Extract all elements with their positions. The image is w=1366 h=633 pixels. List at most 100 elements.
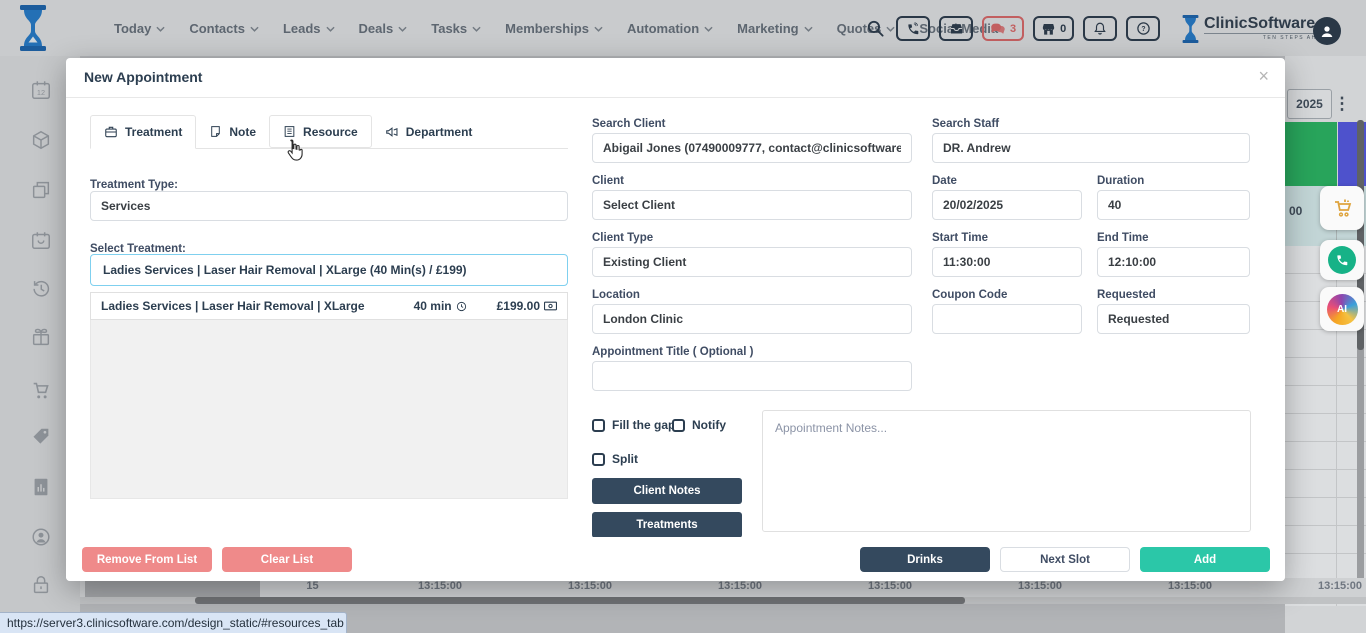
location-select[interactable]	[592, 304, 912, 334]
duration-input[interactable]	[1097, 190, 1250, 220]
date-input[interactable]	[932, 190, 1082, 220]
field-client: Client	[592, 175, 912, 220]
treatment-list-item[interactable]: Ladies Services | Laser Hair Removal | X…	[90, 292, 568, 320]
split-checkbox[interactable]	[592, 453, 605, 466]
field-location: Location	[592, 289, 912, 334]
row-label: 15	[260, 580, 365, 592]
lock-icon[interactable]	[30, 574, 52, 596]
chevron-down-icon	[398, 26, 407, 32]
floating-call-button[interactable]	[1320, 240, 1364, 280]
treatment-price: £199.00	[497, 299, 557, 313]
app-logo-hourglass-icon[interactable]	[18, 5, 48, 51]
brand-hourglass-icon	[1181, 15, 1200, 43]
tab-department[interactable]: Department	[372, 115, 486, 148]
phone-button[interactable]	[896, 16, 930, 41]
appointment-title-input[interactable]	[592, 361, 912, 391]
search-icon[interactable]	[866, 19, 885, 38]
nav-automation[interactable]: Automation	[627, 21, 713, 36]
nav-leads[interactable]: Leads	[283, 21, 335, 36]
horizontal-scrollbar[interactable]	[80, 597, 1366, 604]
coupon-code-input[interactable]	[932, 304, 1082, 334]
appointment-notes-textarea[interactable]	[762, 410, 1251, 532]
calendar-icon[interactable]: 12	[30, 79, 52, 101]
kebab-menu-icon[interactable]: ⋮	[1332, 90, 1352, 118]
fill-the-gap-checkbox[interactable]	[592, 419, 605, 432]
chevron-down-icon	[804, 26, 813, 32]
search-client-input[interactable]	[592, 133, 912, 163]
notify-checkbox[interactable]	[672, 419, 685, 432]
new-appointment-modal: New Appointment × Treatment Note Resourc…	[66, 58, 1285, 581]
start-time-input[interactable]	[932, 247, 1082, 277]
calendar-tray-icon[interactable]	[30, 229, 52, 251]
tab-note[interactable]: Note	[196, 115, 269, 148]
calendar-event-green[interactable]	[1285, 122, 1337, 186]
notify-option: Notify	[672, 418, 726, 432]
year-box[interactable]: 2025	[1287, 89, 1332, 119]
report-icon[interactable]	[30, 476, 52, 498]
tab-resource[interactable]: Resource	[269, 115, 372, 148]
nav-tasks[interactable]: Tasks	[431, 21, 481, 36]
add-button[interactable]: Add	[1140, 547, 1270, 572]
help-button[interactable]: ?	[1126, 16, 1160, 41]
split-option: Split	[592, 452, 638, 466]
slot-time-fragment: 00	[1289, 204, 1302, 218]
select-treatment-input[interactable]: Ladies Services | Laser Hair Removal | X…	[90, 254, 568, 286]
top-navigation-bar: Today Contacts Leads Deals Tasks Members…	[0, 0, 1366, 56]
modal-title: New Appointment	[84, 69, 202, 85]
search-staff-input[interactable]	[932, 133, 1250, 163]
client-type-select[interactable]	[592, 247, 912, 277]
modal-header: New Appointment ×	[66, 58, 1285, 98]
field-start-time: Start Time	[932, 232, 1082, 277]
history-icon[interactable]	[30, 277, 52, 299]
client-notes-button[interactable]: Client Notes	[592, 478, 742, 504]
horizontal-scrollbar-thumb[interactable]	[195, 597, 965, 604]
notify-label: Notify	[692, 418, 726, 432]
chat-button[interactable]: 3	[982, 16, 1024, 41]
nav-marketing[interactable]: Marketing	[737, 21, 812, 36]
account-icon[interactable]	[30, 526, 52, 548]
user-avatar[interactable]	[1313, 17, 1341, 45]
treatment-type-input[interactable]	[90, 191, 568, 221]
tab-treatment[interactable]: Treatment	[90, 115, 196, 149]
nav-deals[interactable]: Deals	[359, 21, 408, 36]
package-icon[interactable]	[30, 129, 52, 151]
treatments-button[interactable]: Treatments	[592, 512, 742, 538]
copy-icon[interactable]	[30, 179, 52, 201]
floating-cart-button[interactable]	[1320, 186, 1364, 230]
client-select[interactable]	[592, 190, 912, 220]
field-duration: Duration	[1097, 175, 1250, 220]
next-slot-button[interactable]: Next Slot	[1000, 547, 1130, 572]
treatment-name: Ladies Services | Laser Hair Removal | X…	[101, 299, 406, 313]
bell-icon	[1093, 21, 1107, 36]
person-icon	[1319, 23, 1335, 39]
phone-icon	[906, 22, 920, 36]
field-appointment-title: Appointment Title ( Optional )	[592, 346, 912, 391]
field-requested: Requested	[1097, 289, 1250, 334]
nav-today[interactable]: Today	[114, 21, 165, 36]
chevron-down-icon	[326, 26, 335, 32]
time-cell: 13:15:00	[1115, 580, 1265, 592]
notifications-button[interactable]	[1083, 16, 1117, 41]
nav-contacts[interactable]: Contacts	[189, 21, 259, 36]
remove-from-list-button[interactable]: Remove From List	[82, 547, 212, 572]
time-cell: 13:15:00	[965, 580, 1115, 592]
calendar-background: 2025 ⋮ 00	[1285, 56, 1366, 633]
floating-ai-button[interactable]: AI	[1320, 287, 1364, 331]
clinicsoftware-logo[interactable]: ClinicSoftware.com TEN STEPS AHEAD	[1181, 15, 1331, 43]
list-icon	[283, 125, 296, 138]
tag-icon[interactable]	[30, 426, 52, 448]
inbox-icon	[949, 22, 964, 35]
gift-icon[interactable]	[30, 326, 52, 348]
clear-list-button[interactable]: Clear List	[222, 547, 352, 572]
cart-icon[interactable]	[30, 379, 52, 401]
store-button[interactable]: 0	[1033, 16, 1074, 41]
drinks-button[interactable]: Drinks	[860, 547, 990, 572]
close-icon[interactable]: ×	[1258, 66, 1269, 87]
end-time-input[interactable]	[1097, 247, 1250, 277]
fill-the-gap-option: Fill the gap	[592, 418, 675, 432]
inbox-button[interactable]	[939, 16, 973, 41]
help-icon: ?	[1136, 21, 1151, 36]
requested-select[interactable]	[1097, 304, 1250, 334]
nav-memberships[interactable]: Memberships	[505, 21, 603, 36]
field-date: Date	[932, 175, 1082, 220]
